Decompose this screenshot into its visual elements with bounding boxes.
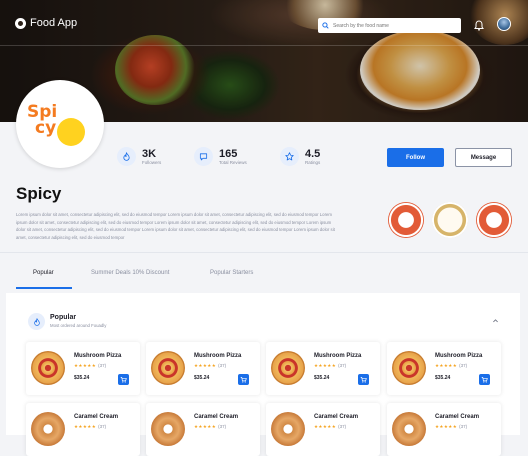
top-navbar: Food App [0, 0, 528, 46]
tab-popular-starters[interactable]: Popular Starters [210, 270, 253, 276]
food-name: Mushroom Pizza [435, 353, 483, 359]
rating-stars: ★★★★★ (37) [435, 424, 468, 429]
follow-button[interactable]: Follow [387, 148, 444, 167]
fire-icon [28, 313, 45, 330]
food-card[interactable]: Caramel Cream ★★★★★ (37) [266, 403, 380, 456]
user-avatar[interactable] [497, 17, 511, 31]
tab-popular[interactable]: Popular [33, 270, 54, 276]
award-badge [432, 202, 468, 238]
app-logo-icon [15, 17, 26, 29]
food-card[interactable]: Mushroom Pizza ★★★★★ (37) $35.24 [387, 342, 501, 395]
review-count: (37) [338, 363, 347, 368]
review-count: (37) [218, 363, 227, 368]
tab-summer-deals[interactable]: Summer Deals 10% Discount [91, 270, 169, 276]
rating-stars: ★★★★★ (37) [194, 363, 227, 368]
review-count: (37) [98, 424, 107, 429]
followers-count: 3K [142, 147, 157, 160]
food-price: $35.24 [314, 375, 330, 381]
food-image [392, 412, 426, 446]
chat-icon [194, 147, 213, 166]
chevron-up-icon[interactable] [492, 317, 499, 324]
food-name: Caramel Cream [194, 414, 239, 420]
message-button[interactable]: Message [455, 148, 512, 167]
food-image [31, 351, 65, 385]
food-name: Caramel Cream [435, 414, 480, 420]
award-badge [388, 202, 424, 238]
food-image [31, 412, 65, 446]
food-image [271, 351, 305, 385]
review-count: (37) [459, 424, 468, 429]
app-logo[interactable]: Food App [15, 17, 77, 29]
reviews-count: 165 [219, 147, 238, 160]
add-to-cart-button[interactable] [238, 374, 249, 385]
app-name: Food App [30, 17, 78, 29]
bell-icon[interactable] [474, 20, 484, 31]
food-name: Mushroom Pizza [314, 353, 362, 359]
stat-reviews: 165 Total Reviews [194, 147, 247, 166]
cart-icon [481, 377, 488, 383]
brand-logo: Spi cy [16, 80, 104, 168]
food-name: Caramel Cream [314, 414, 359, 420]
add-to-cart-button[interactable] [118, 374, 129, 385]
rating-stars: ★★★★★ (37) [314, 363, 347, 368]
food-card[interactable]: Caramel Cream ★★★★★ (37) [26, 403, 140, 456]
food-card[interactable]: Mushroom Pizza ★★★★★ (37) $35.24 [26, 342, 140, 395]
section-title: Popular [50, 314, 77, 321]
rating-stars: ★★★★★ (37) [74, 363, 107, 368]
food-image [151, 412, 185, 446]
stat-followers: 3K Followers [117, 147, 161, 166]
food-price: $35.24 [74, 375, 90, 381]
brand-description: Lorem ipsum dolor sit amet, consectetur … [16, 212, 335, 240]
food-price: $35.24 [435, 375, 451, 381]
cart-icon [360, 377, 367, 383]
food-image [151, 351, 185, 385]
rating-stars: ★★★★★ (37) [194, 424, 227, 429]
rating-label: Ratings [305, 159, 321, 165]
tabs-divider [0, 252, 528, 253]
food-name: Mushroom Pizza [74, 353, 122, 359]
food-price: $35.24 [194, 375, 210, 381]
food-card[interactable]: Mushroom Pizza ★★★★★ (37) $35.24 [146, 342, 260, 395]
food-name: Caramel Cream [74, 414, 119, 420]
review-count: (37) [98, 363, 107, 368]
food-image [392, 351, 426, 385]
review-count: (37) [459, 363, 468, 368]
star-icon [280, 147, 299, 166]
rating-stars: ★★★★★ (37) [74, 424, 107, 429]
fire-icon [117, 147, 136, 166]
search-icon [322, 22, 329, 29]
food-name: Mushroom Pizza [194, 353, 242, 359]
review-count: (37) [338, 424, 347, 429]
cart-icon [120, 377, 127, 383]
search-input[interactable] [333, 22, 453, 29]
active-tab-indicator [16, 287, 72, 289]
food-card[interactable]: Caramel Cream ★★★★★ (37) [146, 403, 260, 456]
food-card[interactable]: Mushroom Pizza ★★★★★ (37) $35.24 [266, 342, 380, 395]
food-image [271, 412, 305, 446]
rating-stars: ★★★★★ (37) [435, 363, 468, 368]
rating-value: 4.5 [305, 147, 321, 160]
brand-logo-line2: cy [35, 118, 57, 138]
reviews-label: Total Reviews [219, 159, 247, 165]
page-title: Spicy [16, 184, 62, 203]
section-subtitle: Most ordered around Fouadly [50, 323, 107, 328]
search-bar[interactable] [318, 18, 461, 33]
food-card[interactable]: Caramel Cream ★★★★★ (37) [387, 403, 501, 456]
award-badge [476, 202, 512, 238]
followers-label: Followers [142, 159, 162, 165]
rating-stars: ★★★★★ (37) [314, 424, 347, 429]
review-count: (37) [218, 424, 227, 429]
add-to-cart-button[interactable] [358, 374, 369, 385]
add-to-cart-button[interactable] [479, 374, 490, 385]
cart-icon [240, 377, 247, 383]
stat-ratings: 4.5 Ratings [280, 147, 320, 166]
